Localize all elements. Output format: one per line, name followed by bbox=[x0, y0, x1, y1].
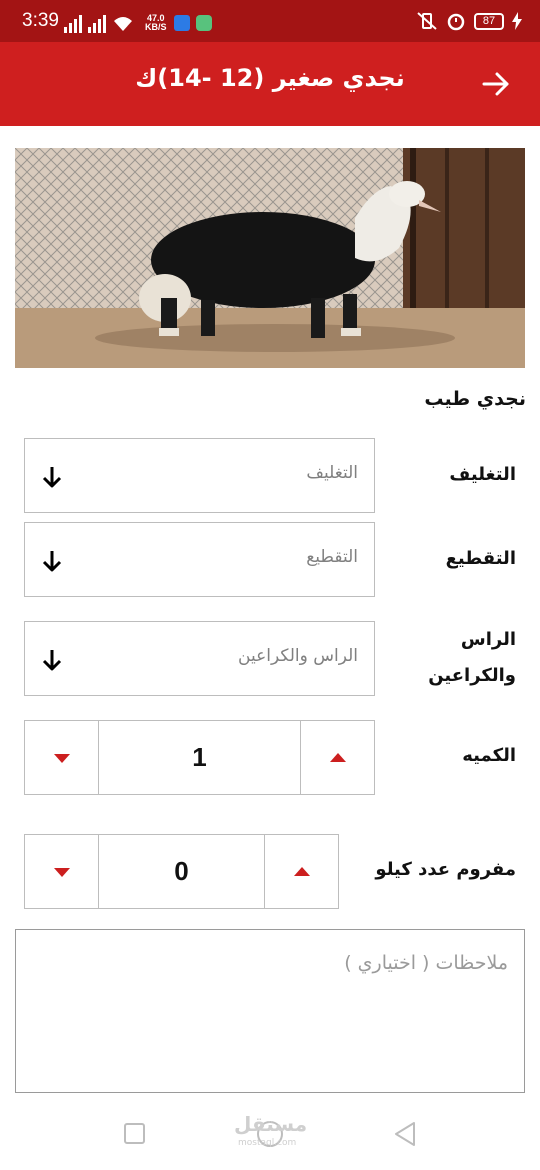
packaging-value: التغليف bbox=[306, 463, 358, 483]
cutting-select[interactable]: التقطيع bbox=[24, 522, 375, 597]
signal-icons bbox=[64, 13, 134, 33]
status-right: 87 bbox=[416, 11, 522, 31]
arrow-down-icon bbox=[42, 467, 62, 488]
arrow-down-icon bbox=[42, 551, 62, 572]
minced-decrement-button[interactable] bbox=[25, 835, 99, 908]
head-trotters-select[interactable]: الراس والكراعين bbox=[24, 621, 375, 696]
notes-field[interactable]: ملاحظات ( اختياري ) bbox=[15, 929, 525, 1093]
head-trotters-label: الراس والكراعين bbox=[428, 629, 516, 686]
status-time: 3:39 bbox=[22, 10, 59, 31]
notes-placeholder: ملاحظات ( اختياري ) bbox=[344, 952, 508, 974]
charging-icon bbox=[512, 12, 522, 30]
head-trotters-value: الراس والكراعين bbox=[238, 646, 358, 666]
minced-value: 0 bbox=[174, 856, 189, 886]
triangle-up-icon bbox=[330, 753, 346, 762]
app-notification-icon bbox=[196, 15, 212, 31]
triangle-up-icon bbox=[294, 867, 310, 876]
triangle-down-icon bbox=[54, 754, 70, 763]
status-bar: 3:39 47.0 KB/S 87 bbox=[0, 0, 540, 42]
watermark-logo: مستقل bbox=[234, 1112, 308, 1136]
back-triangle-icon[interactable] bbox=[392, 1120, 418, 1148]
arrow-right-icon[interactable] bbox=[478, 66, 514, 102]
network-speed: 47.0 KB/S bbox=[145, 13, 167, 32]
page-title: نجدي صغير (12 -14)ك bbox=[135, 64, 405, 92]
quantity-label: الكميه bbox=[462, 745, 516, 766]
quantity-increment-button[interactable] bbox=[300, 721, 374, 794]
minced-stepper: 0 bbox=[24, 834, 339, 909]
app-notification-icon bbox=[174, 15, 190, 31]
system-nav-bar: مستقل mostaql.com bbox=[0, 1098, 540, 1170]
product-name: نجدي طيب bbox=[424, 388, 526, 410]
arrow-down-icon bbox=[42, 650, 62, 671]
quantity-value: 1 bbox=[192, 742, 207, 772]
cutting-label: التقطيع bbox=[445, 548, 516, 569]
cutting-value: التقطيع bbox=[306, 547, 358, 567]
battery-icon: 87 bbox=[474, 12, 504, 30]
quantity-stepper: 1 bbox=[24, 720, 375, 795]
signal-icon bbox=[88, 15, 106, 33]
watermark-url: mostaql.com bbox=[238, 1138, 297, 1148]
vibrate-off-icon bbox=[417, 12, 437, 30]
minced-increment-button[interactable] bbox=[264, 835, 338, 908]
minced-label: مفروم عدد كيلو bbox=[375, 859, 516, 880]
packaging-label: التغليف bbox=[449, 464, 516, 485]
app-bar: نجدي صغير (12 -14)ك bbox=[0, 42, 540, 126]
recents-icon[interactable] bbox=[124, 1123, 145, 1144]
triangle-down-icon bbox=[54, 868, 70, 877]
packaging-select[interactable]: التغليف bbox=[24, 438, 375, 513]
product-image bbox=[15, 148, 525, 368]
wifi-icon bbox=[114, 17, 132, 31]
signal-icon bbox=[64, 15, 82, 33]
quantity-decrement-button[interactable] bbox=[25, 721, 99, 794]
alarm-icon bbox=[447, 13, 465, 31]
